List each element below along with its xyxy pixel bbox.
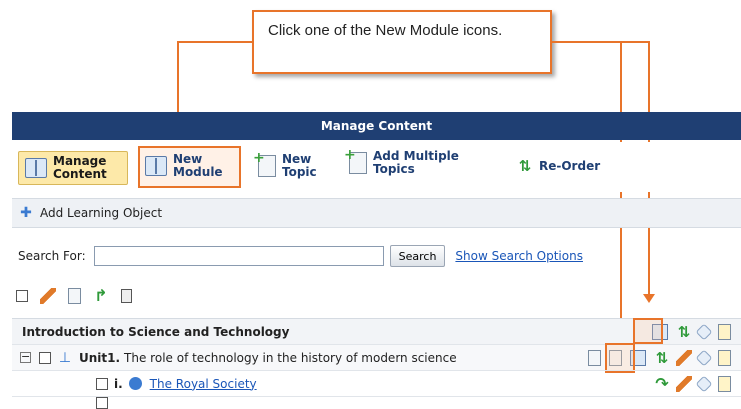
reorder-label: Re-Order [539, 158, 601, 173]
callout-connector-left-h [177, 41, 254, 43]
book-icon [25, 158, 47, 178]
add-multiple-topics-icon: + [344, 148, 367, 174]
new-topic-button[interactable]: + New Topic [253, 151, 330, 179]
toolbar: Manage Content New Module + New Topic + … [12, 142, 741, 192]
globe-icon [128, 377, 142, 390]
move-icon[interactable]: ↱ [93, 288, 109, 304]
edit-icon[interactable] [676, 375, 692, 392]
search-button[interactable]: Search [389, 245, 446, 267]
show-search-options-link[interactable]: Show Search Options [455, 249, 583, 263]
select-all-checkbox[interactable] [16, 290, 28, 302]
list-item-partial [12, 396, 741, 409]
delete-icon[interactable] [121, 289, 132, 303]
document-icon[interactable] [718, 349, 731, 366]
unit-number: Unit1. [79, 350, 121, 365]
document-icon[interactable] [718, 323, 731, 340]
edit-icon[interactable] [40, 288, 56, 304]
tag-icon[interactable] [695, 349, 713, 366]
instruction-callout: Click one of the New Module icons. [252, 10, 552, 74]
add-learning-object-label: Add Learning Object [40, 206, 163, 220]
tag-icon[interactable] [695, 323, 713, 340]
collapse-icon[interactable]: − [20, 351, 31, 363]
callout-arrow-right-2 [643, 294, 655, 303]
new-module-button[interactable]: New Module [145, 153, 235, 179]
tag-icon[interactable] [695, 375, 713, 392]
reorder-icon[interactable]: ⇅ [654, 350, 670, 366]
move-icon[interactable]: ↷ [654, 375, 670, 392]
search-label: Search For: [18, 249, 86, 263]
new-module-icon-highlight-top [633, 318, 663, 344]
list-item: i. The Royal Society ↷ [12, 370, 741, 396]
item-number: i. [114, 376, 123, 391]
hierarchy-icon: ⊥ [58, 349, 72, 366]
unit-title: The role of technology in the history of… [124, 350, 457, 365]
manage-content-button[interactable]: Manage Content [18, 151, 128, 185]
new-module-label: New Module [173, 152, 223, 179]
new-topic-icon: + [253, 151, 276, 177]
edit-icon[interactable] [676, 349, 692, 366]
add-multiple-topics-label: Add Multiple Topics [373, 149, 459, 176]
item-checkbox[interactable] [96, 377, 108, 390]
reorder-button[interactable]: ⇅ Re-Order [517, 158, 600, 174]
document-icon[interactable] [718, 375, 731, 392]
callout-connector-right-h [552, 41, 650, 43]
unit-checkbox[interactable] [39, 351, 51, 364]
add-multiple-topics-button[interactable]: + Add Multiple Topics [344, 148, 509, 176]
search-input[interactable] [93, 246, 384, 266]
search-row: Search For: Search Show Search Options [12, 240, 741, 272]
bulk-actions: ↱ [12, 284, 132, 308]
add-learning-object-bar[interactable]: ✚ Add Learning Object [12, 198, 741, 228]
header-title: Manage Content [320, 119, 433, 133]
copy-icon[interactable] [68, 288, 81, 304]
new-topic-label: New Topic [282, 152, 317, 179]
course-title: Introduction to Science and Technology [22, 324, 290, 339]
new-topic-icon[interactable] [588, 349, 601, 366]
puzzle-icon: ✚ [20, 205, 32, 221]
new-module-icon [145, 156, 167, 176]
manage-content-header: Manage Content [12, 112, 741, 140]
manage-content-label: Manage Content [53, 154, 107, 181]
reorder-icon: ⇅ [518, 157, 532, 175]
reorder-icon[interactable]: ⇅ [676, 324, 692, 340]
callout-text: Click one of the New Module icons. [268, 22, 503, 39]
royal-society-link[interactable]: The Royal Society [150, 377, 654, 391]
item-checkbox[interactable] [96, 397, 108, 409]
course-title-row: Introduction to Science and Technology ⇅ [12, 318, 741, 344]
new-module-icon-highlight-unit [605, 343, 635, 373]
